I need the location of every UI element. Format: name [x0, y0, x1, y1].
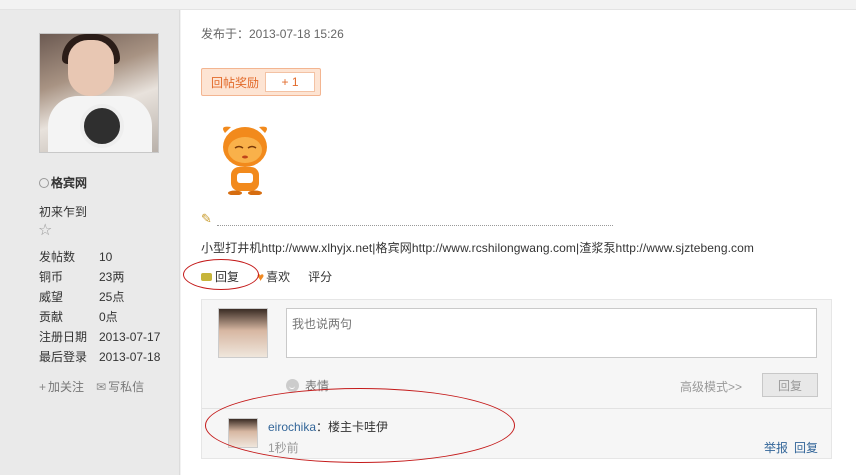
like-action-label: 喜欢 [266, 270, 291, 284]
stat-value: 23两 [99, 270, 125, 284]
rate-action[interactable]: 评分 [308, 268, 332, 285]
quick-reply-box: 表情 高级模式>> 回复 eirochika：楼主卡哇伊 1秒前 举报 回复 [201, 299, 832, 459]
follow-label: 加关注 [48, 380, 85, 394]
stat-value: 10 [99, 250, 113, 264]
stat-label: 发帖数 [39, 250, 76, 264]
stat-value: 2013-07-18 [99, 350, 161, 364]
comment-bubble-icon [201, 272, 212, 281]
stat-row-prestige: 威望 25点 [39, 290, 160, 310]
message-button[interactable]: ✉ 写私信 [96, 378, 144, 395]
author-name-link[interactable]: 格宾网 [51, 176, 87, 190]
stat-row-last-login: 最后登录 2013-07-18 [39, 350, 160, 370]
comment-author[interactable]: eirochika [268, 420, 316, 434]
stat-label: 铜币 [39, 270, 64, 284]
comment-text: 楼主卡哇伊 [328, 420, 389, 434]
comment-time: 1秒前 [268, 441, 299, 455]
stat-value: 25点 [99, 290, 125, 304]
comment-line: eirochika：楼主卡哇伊 [268, 418, 388, 435]
heart-icon: ♥ [257, 269, 265, 284]
reward-count: + 1 [265, 72, 316, 92]
author-sidebar: 格宾网 初来乍到 ☆ 发帖数 10 铜币 23两 威望 25点 贡献 0点 注册日期 20… [0, 10, 180, 475]
author-rank: 初来乍到 [39, 205, 88, 219]
advanced-mode-link[interactable]: 高级模式>> [680, 378, 742, 395]
author-avatar[interactable] [39, 33, 159, 153]
current-user-avatar [218, 308, 268, 358]
post-timestamp: 发布于：2013-07-18 15:26 [201, 27, 344, 41]
smiley-icon [286, 379, 299, 392]
reply-reward-badge: 回帖奖励 + 1 [201, 68, 321, 96]
stat-label: 最后登录 [39, 350, 88, 364]
top-border [0, 0, 856, 10]
stat-row-coins: 铜币 23两 [39, 270, 160, 290]
signature[interactable]: 小型打井机http://www.xlhyjx.net|格宾网http://www… [201, 239, 754, 256]
user-icon [39, 178, 49, 188]
author-links: + 加关注 ✉ 写私信 [39, 378, 144, 395]
comment-separator: ： [316, 420, 329, 434]
author-name[interactable]: 格宾网 [39, 174, 87, 191]
author-stats: 发帖数 10 铜币 23两 威望 25点 贡献 0点 注册日期 2013-07-17 最后… [39, 250, 160, 370]
reply-action-label: 回复 [215, 270, 240, 284]
message-label: 写私信 [108, 380, 145, 394]
stat-label: 威望 [39, 290, 64, 304]
report-link[interactable]: 举报 [764, 439, 788, 456]
reply-textarea[interactable] [286, 308, 817, 358]
commenter-avatar[interactable] [228, 418, 258, 448]
reply-action[interactable]: 回复 [201, 268, 239, 285]
stat-value: 2013-07-17 [99, 330, 161, 344]
reward-label: 回帖奖励 [211, 75, 260, 90]
pencil-icon: ✎ [201, 211, 212, 226]
comment-actions: 举报 回复 [764, 439, 818, 456]
stat-row-contribution: 贡献 0点 [39, 310, 160, 330]
signature-divider [217, 225, 613, 226]
comment-reply-link[interactable]: 回复 [794, 439, 818, 456]
emoji-button[interactable]: 表情 [286, 377, 329, 394]
plus-icon: + [39, 380, 47, 394]
reply-submit-button[interactable]: 回复 [762, 373, 818, 397]
follow-button[interactable]: + 加关注 [39, 378, 84, 395]
stat-label: 贡献 [39, 310, 64, 324]
like-action[interactable]: ♥ 喜欢 [257, 268, 290, 285]
emoji-label: 表情 [305, 379, 330, 393]
post-actions: 回复 ♥ 喜欢 评分 [201, 268, 350, 285]
post-content: 发布于：2013-07-18 15:26 回帖奖励 + 1 ✎ 小型打井机htt… [181, 10, 856, 475]
rate-action-label: 评分 [308, 270, 333, 284]
mascot-emoticon [223, 126, 267, 195]
envelope-icon: ✉ [96, 380, 107, 394]
stat-label: 注册日期 [39, 330, 88, 344]
stat-value: 0点 [99, 310, 118, 324]
stat-row-posts: 发帖数 10 [39, 250, 160, 270]
star-icon: ☆ [38, 222, 53, 239]
stat-row-registered: 注册日期 2013-07-17 [39, 330, 160, 350]
reply-divider [202, 408, 831, 409]
